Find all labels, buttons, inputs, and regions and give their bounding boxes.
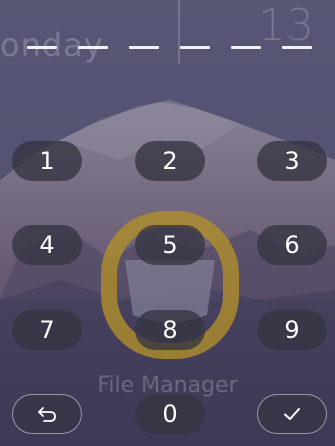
key-label: 9 [284,316,300,344]
key-label: 7 [39,316,55,344]
key-0[interactable]: 0 [135,394,205,434]
key-8[interactable]: 8 [135,310,205,350]
key-1[interactable]: 1 [12,141,82,181]
key-3[interactable]: 3 [257,141,327,181]
key-label: 4 [39,231,55,259]
key-5[interactable]: 5 [135,225,205,265]
key-6[interactable]: 6 [257,225,327,265]
check-icon [284,408,300,420]
background-day-text: onday [0,26,104,64]
key-label: 2 [162,147,178,175]
background-time-text: 13 [258,0,314,51]
pin-slot [129,46,159,49]
back-icon [38,407,56,422]
key-label: 5 [162,231,178,259]
key-label: 0 [162,400,178,428]
back-button[interactable] [12,394,82,434]
key-9[interactable]: 9 [257,310,327,350]
key-4[interactable]: 4 [12,225,82,265]
pin-slot [282,46,312,49]
confirm-button[interactable] [257,394,327,434]
key-2[interactable]: 2 [135,141,205,181]
key-label: 8 [162,316,178,344]
key-7[interactable]: 7 [12,310,82,350]
key-label: 6 [284,231,300,259]
pin-slot [231,46,261,49]
pin-entry-indicator [27,46,312,50]
pin-slot [180,46,210,49]
background-divider [178,0,180,64]
pin-slot [27,46,57,49]
pin-slot [78,46,108,49]
key-label: 1 [39,147,55,175]
key-label: 3 [284,147,300,175]
